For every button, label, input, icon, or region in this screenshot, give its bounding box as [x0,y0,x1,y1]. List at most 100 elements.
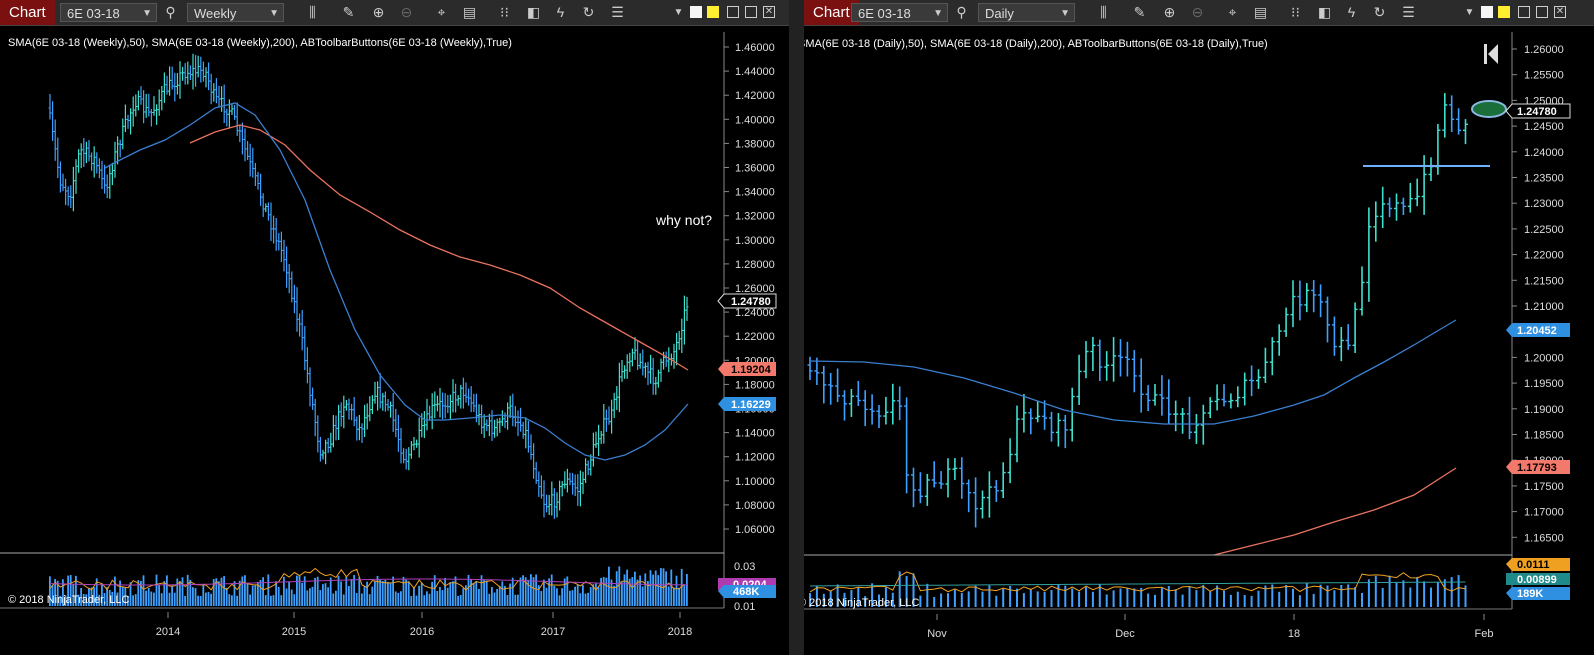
volume-bar [342,594,345,606]
price-bar [126,114,130,129]
svg-text:1.16229: 1.16229 [731,399,771,411]
volume-bar [485,580,488,606]
price-bar [835,368,841,403]
volume-bar [134,594,137,606]
price-bar [1152,384,1158,406]
vol-tick-bottom: 0.01 [734,601,755,613]
price-bar [524,417,528,449]
price-bar [214,78,218,104]
volume-bar [340,581,342,606]
volume-bar [319,590,322,606]
price-bar [51,101,55,141]
price-bar [381,392,385,411]
y-axis-tick: 1.26000 [1524,44,1564,56]
price-bar [620,359,624,382]
price-bar [651,357,655,395]
price-bar [1262,347,1268,383]
price-bar [1124,341,1130,377]
volume-bar [1395,582,1398,607]
x-axis-tick: 2015 [282,626,306,638]
volume-bar [329,577,332,606]
price-bar [1373,201,1379,242]
price-bar [201,61,205,82]
volume-bar [514,594,517,606]
volume-bar [384,580,387,606]
price-bar [298,313,302,337]
price-bar [597,424,601,456]
y-axis-tick: 1.20000 [1524,352,1564,364]
price-bar [848,388,854,417]
price-bar [82,138,86,167]
volume-bar [576,584,579,606]
price-bar [1435,123,1441,175]
price-bar [308,367,312,407]
price-bar [334,415,338,441]
volume-bar [1202,585,1205,607]
volume-bar [506,595,509,606]
volume-bar [675,575,678,606]
volume-marker: 468K [718,585,776,598]
price-bar [1159,375,1165,416]
price-bar [584,458,588,483]
volume-bar [132,595,134,606]
daily-price-chart[interactable]: SMA(6E 03-18 (Daily),50), SMA(6E 03-18 (… [804,0,1594,655]
weekly-price-chart[interactable]: SMA(6E 03-18 (Weekly),50), SMA(6E 03-18 … [0,0,789,655]
price-bar [1007,438,1013,484]
volume-bar [205,592,207,606]
price-bar [123,104,127,133]
volume-bar [446,587,449,606]
skip-back-icon[interactable] [1484,44,1498,64]
volume-bar [1457,575,1460,607]
price-bar [672,343,676,369]
price-bar [1400,197,1406,216]
volume-bar [293,594,296,606]
volume-bar [1430,587,1432,607]
price-bar [417,417,421,458]
price-bar [53,119,57,161]
volume-bar [1243,594,1246,607]
price-bar [443,393,447,419]
volume-bar [290,589,293,606]
price-bar [1214,384,1220,411]
price-bar [1014,405,1020,463]
price-bar [469,386,473,413]
price-bar [547,494,551,515]
volume-bar [470,579,472,606]
window-splitter[interactable] [789,0,804,655]
price-bar [855,380,861,406]
ellipse-drawing[interactable] [1471,100,1507,118]
volume-bar [995,595,998,607]
price-bar [90,152,94,171]
price-bar [261,193,265,217]
price-bar [680,318,684,354]
y-axis-tick: 1.36000 [735,163,775,175]
volume-bar [584,593,587,606]
volume-bar [454,576,457,606]
price-bar [545,494,549,513]
volume-bar [283,576,285,606]
volume-bar [569,590,571,606]
volume-bar [1250,595,1253,607]
price-bar [402,448,406,464]
price-bar [188,65,192,80]
price-bar [573,474,577,497]
price-bar [313,398,317,437]
price-bar [1242,372,1248,406]
price-bar [1062,414,1068,449]
price-bar [659,358,663,382]
price-bar [105,174,109,199]
volume-bar [1009,585,1012,607]
x-axis-tick: 2017 [541,626,565,638]
volume-bar [550,574,553,606]
price-bar [225,108,229,127]
y-axis-tick: 1.46000 [735,42,775,54]
price-bar [610,399,614,434]
volume-bar [644,573,647,606]
price-bar [615,386,619,410]
volume-bar [1085,587,1087,607]
volume-bar [649,570,652,606]
x-axis-tick: Feb [1475,628,1494,640]
volume-bar [444,577,446,606]
price-bar [1228,393,1234,409]
price-bar [630,348,634,367]
